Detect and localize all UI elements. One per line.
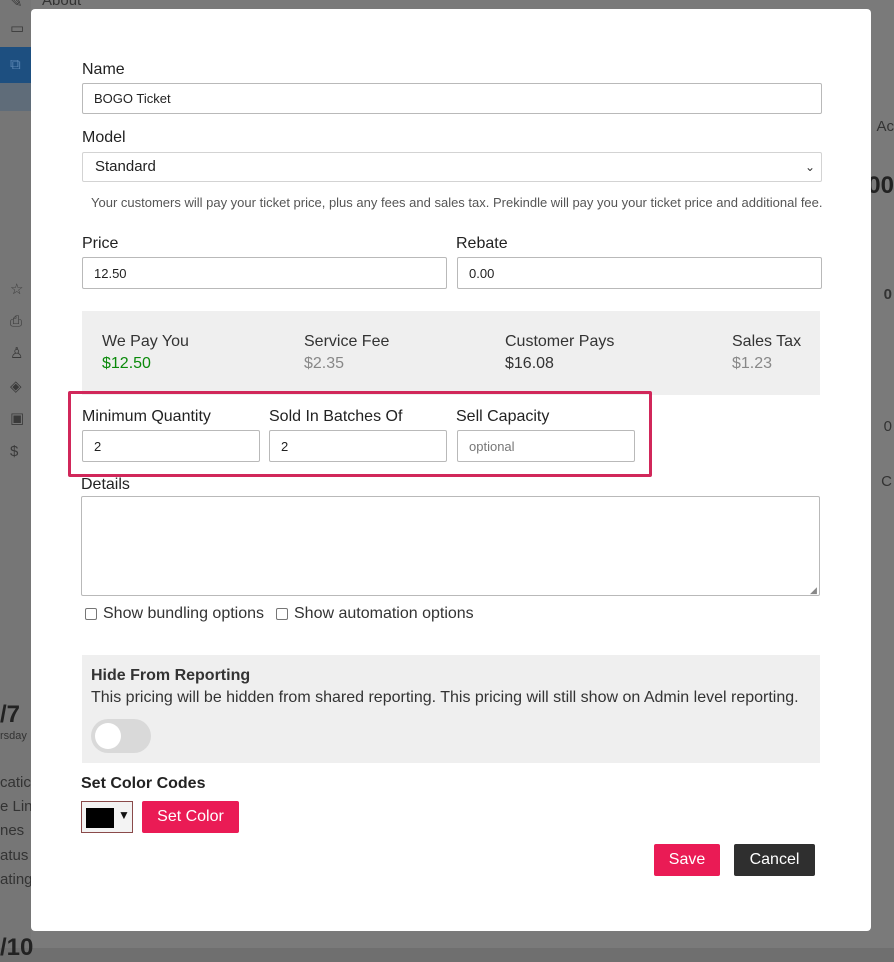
sell-capacity-input[interactable] xyxy=(457,430,635,462)
cancel-button[interactable]: Cancel xyxy=(734,844,815,876)
summary-label: Service Fee xyxy=(304,333,390,350)
details-textarea[interactable]: ◢ xyxy=(81,496,820,596)
summary-label: Sales Tax xyxy=(732,333,802,350)
color-swatch xyxy=(86,808,114,828)
automation-option-label: Show automation options xyxy=(294,605,474,622)
background-fragment: /7 xyxy=(0,701,21,728)
color-codes-title: Set Color Codes xyxy=(81,775,206,792)
hide-reporting-title: Hide From Reporting xyxy=(91,667,251,684)
name-input[interactable] xyxy=(82,83,822,114)
model-helper-text: Your customers will pay your ticket pric… xyxy=(91,195,823,210)
summary-label: We Pay You xyxy=(102,333,189,350)
rebate-input[interactable] xyxy=(457,257,822,289)
bundling-option-label: Show bundling options xyxy=(103,605,265,622)
summary-we-pay-you: We Pay You $12.50 xyxy=(102,333,189,373)
background-fragment: ating xyxy=(0,871,33,888)
set-color-button[interactable]: Set Color xyxy=(142,801,239,833)
price-input[interactable] xyxy=(82,257,447,289)
hide-reporting-toggle[interactable] xyxy=(91,719,151,753)
price-label: Price xyxy=(82,235,119,252)
sell-capacity-label: Sell Capacity xyxy=(456,408,550,425)
resize-grip-icon[interactable]: ◢ xyxy=(810,586,818,595)
chat-icon: ▭ xyxy=(10,20,25,37)
summary-value: $1.23 xyxy=(732,355,773,372)
summary-customer-pays: Customer Pays $16.08 xyxy=(505,333,614,373)
background-fragment: rsday xyxy=(0,730,27,742)
ticket-icon: ⧉ xyxy=(10,56,21,73)
bundling-checkbox[interactable] xyxy=(85,608,97,620)
star-icon: ☆ xyxy=(10,281,24,298)
summary-label: Customer Pays xyxy=(505,333,615,350)
toggle-knob xyxy=(95,723,121,749)
summary-sales-tax: Sales Tax $1.23 xyxy=(732,333,801,373)
sidebar-row xyxy=(0,83,31,111)
edit-pricing-modal: Name Model Standard ⌄ Your customers wil… xyxy=(31,9,871,931)
background-fragment: atus xyxy=(0,847,29,864)
background-fragment: 00 xyxy=(867,172,894,199)
background-fragment: /10 xyxy=(0,934,34,961)
min-quantity-label: Minimum Quantity xyxy=(82,408,211,425)
background-fragment: 0 xyxy=(883,286,892,303)
printer-icon: ⎙ xyxy=(10,313,23,330)
min-quantity-input[interactable] xyxy=(82,430,260,462)
batches-label: Sold In Batches Of xyxy=(269,408,403,425)
summary-service-fee: Service Fee $2.35 xyxy=(304,333,389,373)
background-fragment: Ac xyxy=(876,118,894,135)
user-icon: ♙ xyxy=(10,345,24,362)
rebate-label: Rebate xyxy=(456,235,508,252)
save-button[interactable]: Save xyxy=(654,844,720,876)
caret-down-icon: ▼ xyxy=(118,808,130,822)
model-label: Model xyxy=(82,129,126,146)
automation-checkbox[interactable] xyxy=(276,608,288,620)
image-icon: ▣ xyxy=(10,410,25,427)
background-fragment: 0 xyxy=(883,418,892,435)
layers-icon: ◈ xyxy=(10,378,22,395)
color-picker[interactable]: ▼ xyxy=(81,801,133,833)
summary-value: $2.35 xyxy=(304,355,345,372)
background-fragment: catic xyxy=(0,774,31,791)
details-label: Details xyxy=(81,476,130,493)
background-about-label: About xyxy=(42,0,82,9)
background-fragment: nes xyxy=(0,822,25,839)
hide-reporting-description: This pricing will be hidden from shared … xyxy=(91,689,799,706)
background-fragment: e Lin xyxy=(0,798,33,815)
hide-from-reporting-panel: Hide From Reporting This pricing will be… xyxy=(82,655,820,763)
model-select[interactable]: Standard ⌄ xyxy=(82,152,822,182)
pencil-icon: ✎ xyxy=(10,0,23,11)
summary-value: $16.08 xyxy=(505,355,554,372)
bundling-option[interactable]: Show bundling options xyxy=(85,605,264,623)
background-fragment: C xyxy=(881,473,892,490)
summary-value: $12.50 xyxy=(102,355,151,372)
model-selected-value: Standard xyxy=(95,158,156,175)
automation-option[interactable]: Show automation options xyxy=(276,605,474,623)
batches-input[interactable] xyxy=(269,430,447,462)
pricing-summary: We Pay You $12.50 Service Fee $2.35 Cust… xyxy=(82,311,820,395)
chevron-down-icon: ⌄ xyxy=(804,160,815,174)
name-label: Name xyxy=(82,61,125,78)
dollar-icon: $ xyxy=(10,443,19,460)
